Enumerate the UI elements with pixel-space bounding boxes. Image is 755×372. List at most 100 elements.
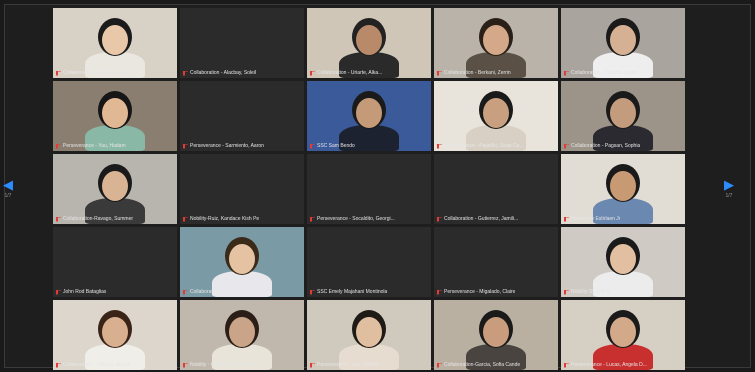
participant-name: SSC Emely Majahani Montinola [317, 289, 388, 295]
muted-mic-icon [183, 290, 188, 295]
participant-name-label: Collaboration - Uriarte, Alka... [310, 70, 428, 76]
participant-tile[interactable]: Perseverance - Sarmiento, Aaron [180, 81, 304, 151]
participant-tile[interactable]: Perseverance - Socaldito, Georgi... [307, 154, 431, 224]
muted-mic-icon [56, 144, 61, 149]
participant-name: Perseverance - Pajarillo, Sean Ca... [444, 143, 524, 149]
muted-mic-icon [310, 71, 315, 76]
participant-name: Collaboration - Alacbay, Soleil [190, 70, 257, 76]
participant-name-label: SSC Emely Majahani Montinola [310, 289, 428, 295]
participant-face [102, 25, 128, 55]
participant-face [356, 98, 382, 128]
participant-tile[interactable]: Nobility-Ruiz, Kandace Kish Pe [180, 154, 304, 224]
participant-name: Perseverance - Lee, Guirhai [317, 362, 380, 368]
participant-face [483, 98, 509, 128]
muted-mic-icon [56, 71, 61, 76]
participant-name: Collaboration-Garcia, Sofia Cande [444, 362, 521, 368]
participant-tile[interactable]: Collaboration-Garcia, Sofia Cande [434, 300, 558, 370]
participant-name: SSC Sam Bendo [317, 143, 355, 149]
participant-name: Collaboration - Cheng, Ayumi [63, 70, 128, 76]
participant-tile[interactable]: Collaboration - Alacbay, Soleil [180, 8, 304, 78]
participant-tile[interactable]: Humphrey Estirlaen Jr [561, 154, 685, 224]
participant-video [434, 300, 558, 370]
participant-name-label: Nobility - Hanifa, Irene Hartha [183, 362, 301, 368]
participant-name: Perseverance - Migalado, Claire [444, 289, 516, 295]
participant-video [53, 81, 177, 151]
muted-mic-icon [437, 217, 442, 222]
participant-video [307, 81, 431, 151]
participant-tile[interactable]: Perseverance - Migalado, Claire [434, 227, 558, 297]
participant-name-label: Perseverance - Lee, Guirhai [310, 362, 428, 368]
participant-tile[interactable]: Collaboration - Zulueta, Ingrid [561, 8, 685, 78]
participant-tile[interactable]: Nobility - Hanifa, Irene Hartha [180, 300, 304, 370]
participant-name-label: Perseverance - Socaldito, Georgi... [310, 216, 428, 222]
participant-tile[interactable]: Perseverance - Pajarillo, Sean Ca... [434, 81, 558, 151]
participant-face [610, 317, 636, 347]
participant-name-label: Perseverance - Sarmiento, Aaron [183, 143, 301, 149]
participant-name-label: Collaboration-Ravago, Summer [56, 216, 174, 222]
participant-name: Perseverance - Sarmiento, Aaron [190, 143, 264, 149]
participant-name: Humphrey Estirlaen Jr [571, 216, 621, 222]
participant-face [610, 25, 636, 55]
muted-mic-icon [56, 363, 61, 368]
participant-name-label: Collaboration - Cheng, Ayumi [56, 70, 174, 76]
participant-video [307, 300, 431, 370]
muted-mic-icon [56, 290, 61, 295]
participant-video [180, 300, 304, 370]
next-page-button[interactable]: ▶ 1/7 [721, 178, 737, 199]
participant-tile[interactable]: John Rod Bataglias [53, 227, 177, 297]
participant-tile[interactable]: Collaboration - Cheng, Ayumi [53, 8, 177, 78]
participant-tile[interactable]: Perseverance - Lee, Guirhai [307, 300, 431, 370]
chevron-right-icon: ▶ [724, 177, 734, 192]
muted-mic-icon [564, 71, 569, 76]
participant-tile[interactable]: Collaboration - Berkani, Zerrin [434, 8, 558, 78]
participant-tile[interactable]: Nobility-Sy, Elijah [561, 227, 685, 297]
muted-mic-icon [310, 217, 315, 222]
muted-mic-icon [437, 363, 442, 368]
participant-name-label: Collaboration - Gutierrez, Jamili... [437, 216, 555, 222]
participant-face [483, 25, 509, 55]
participant-name-label: John Rod Bataglias [56, 289, 174, 295]
muted-mic-icon [564, 363, 569, 368]
participant-tile[interactable]: SSC Emely Majahani Montinola [307, 227, 431, 297]
muted-mic-icon [310, 363, 315, 368]
participant-name: Nobility-Sy, Elijah [571, 289, 610, 295]
participant-tile[interactable]: Perseverance - Lucas, Angela D... [561, 300, 685, 370]
muted-mic-icon [56, 217, 61, 222]
participant-name-label: Collaboration-Garcia, Sofia Cande [437, 362, 555, 368]
participant-name: Nobility-Ruiz, Kandace Kish Pe [190, 216, 260, 222]
participant-name: John Rod Bataglias [63, 289, 107, 295]
participant-video [53, 154, 177, 224]
participant-name-label: Nobility-Ruiz, Kandace Kish Pe [183, 216, 301, 222]
page-indicator-left: 1/7 [4, 193, 12, 199]
participant-video [561, 227, 685, 297]
participant-face [229, 317, 255, 347]
page-indicator-right: 1/7 [725, 193, 733, 199]
participant-tile[interactable]: Collaboration-Ravago, Summer [53, 154, 177, 224]
participant-video [307, 8, 431, 78]
participant-tile[interactable]: Collaboration - Gutierrez, Jamili... [434, 154, 558, 224]
participant-name: Collaboration - Uriarte, Alka... [317, 70, 383, 76]
participant-tile[interactable]: Collaboration - Lim, Aaron Reig [180, 227, 304, 297]
participant-tile[interactable]: Perseverance - Yau, Hadam [53, 81, 177, 151]
participant-tile[interactable]: Collaboration - Uriarte, Alka... [307, 8, 431, 78]
previous-page-button[interactable]: ◀ 1/7 [0, 178, 16, 199]
participant-video [561, 8, 685, 78]
participant-video [561, 81, 685, 151]
participant-face [102, 98, 128, 128]
participant-tile[interactable]: Collaboration - Olhalra, Alyssa [53, 300, 177, 370]
participant-video [53, 8, 177, 78]
participant-video [434, 81, 558, 151]
participant-name: Perseverance - Lucas, Angela D... [571, 362, 647, 368]
participant-gallery: Collaboration - Cheng, Ayumi Collaboratio… [53, 8, 685, 370]
muted-mic-icon [437, 144, 442, 149]
participant-face [102, 317, 128, 347]
participant-name-label: Collaboration - Pagsan, Sophia [564, 143, 682, 149]
muted-mic-icon [183, 71, 188, 76]
participant-name: Collaboration - Zulueta, Ingrid [571, 70, 637, 76]
participant-name: Perseverance - Yau, Hadam [63, 143, 126, 149]
participant-tile[interactable]: Collaboration - Pagsan, Sophia [561, 81, 685, 151]
participant-tile[interactable]: SSC Sam Bendo [307, 81, 431, 151]
participant-name-label: Humphrey Estirlaen Jr [564, 216, 682, 222]
participant-video [180, 227, 304, 297]
participant-name-label: Perseverance - Lucas, Angela D... [564, 362, 682, 368]
